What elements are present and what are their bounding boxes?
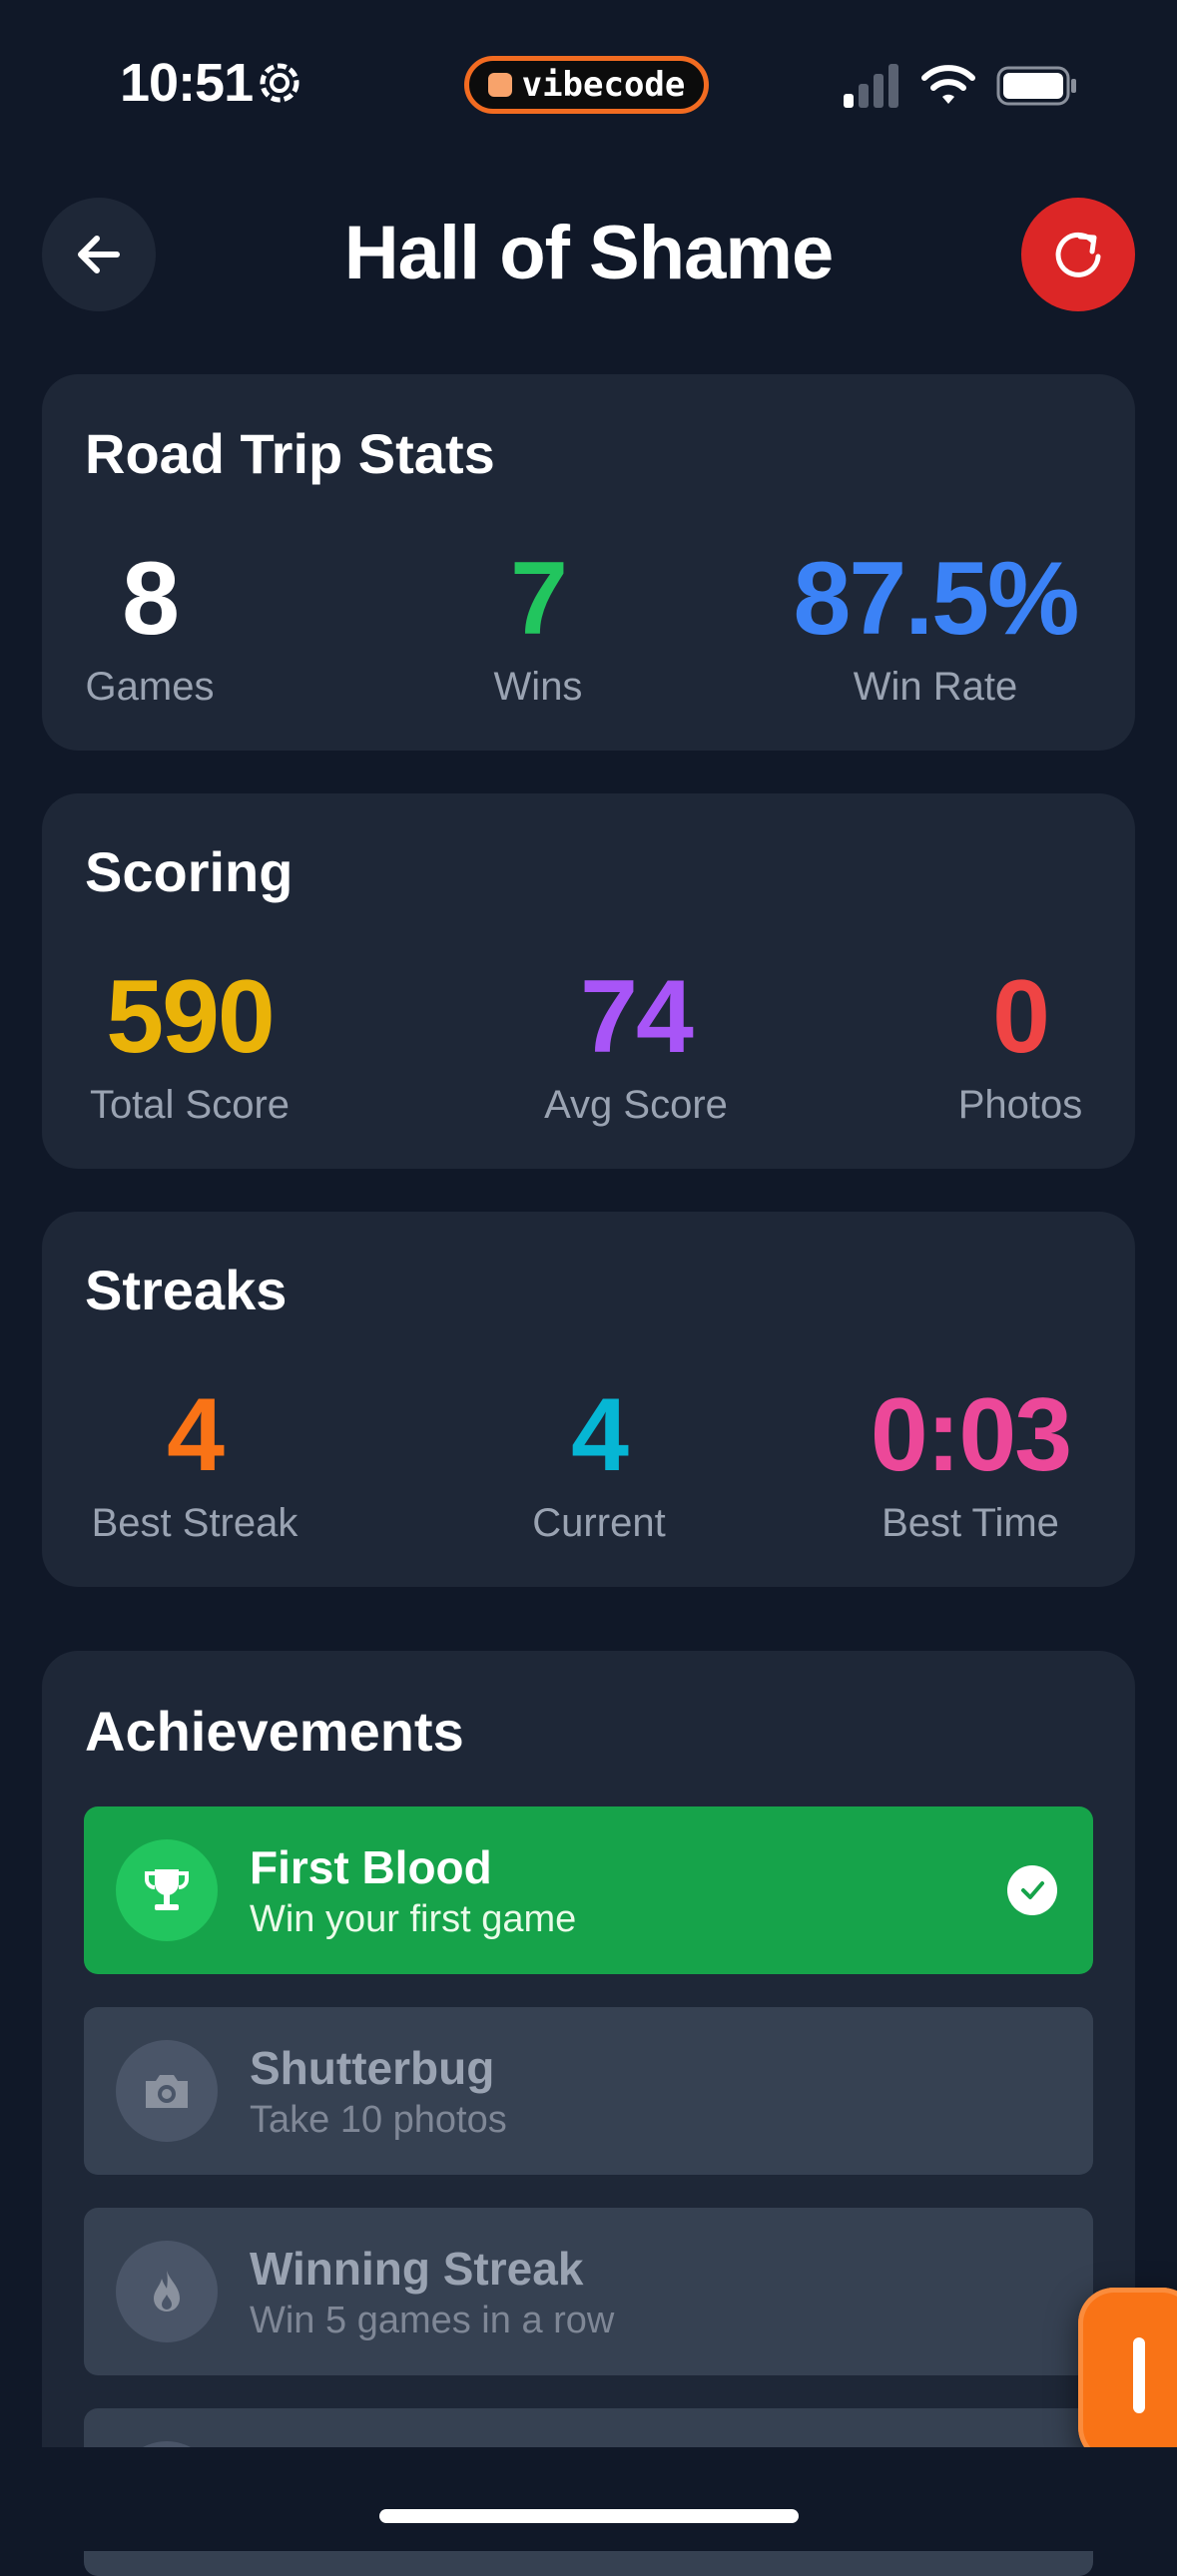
- arrow-left-icon: [78, 236, 120, 273]
- achievement-icon-badge: [116, 2241, 218, 2342]
- achievement-desc: Take 10 photos: [250, 2099, 507, 2141]
- achievement-title: First Blood: [250, 1841, 492, 1893]
- app-pill[interactable]: vibecode: [464, 56, 709, 114]
- trophy-icon: [145, 1869, 189, 1910]
- stat-win-rate: 87.5% Win Rate: [776, 547, 1095, 710]
- stat-wins: 7 Wins: [428, 547, 648, 710]
- camera-icon: [146, 2075, 188, 2108]
- stat-value: 4: [571, 1377, 629, 1493]
- achievement-desc: Win 5 games in a row: [250, 2300, 615, 2341]
- stat-label: Win Rate: [853, 665, 1018, 709]
- card-title: Scoring: [85, 840, 294, 903]
- streaks-card: Streaks 4 Best Streak 4 Current 0:03 Bes…: [42, 1212, 1135, 1587]
- stat-label: Total Score: [89, 1083, 291, 1127]
- page-title: Hall of Shame: [343, 211, 835, 295]
- stat-best-streak: 4 Best Streak: [85, 1383, 304, 1546]
- app-icon: [487, 73, 512, 97]
- achievement-title: Shutterbug: [250, 2042, 495, 2094]
- stat-current-streak: 4 Current: [499, 1383, 699, 1546]
- stat-value: 4: [167, 1377, 225, 1493]
- status-time: 10:51: [120, 53, 254, 113]
- stat-value: 74: [580, 959, 694, 1075]
- stat-photos: 0 Photos: [945, 965, 1095, 1128]
- back-button[interactable]: [42, 198, 156, 311]
- app-pill-label: vibecode: [521, 65, 686, 105]
- stat-value: 87.5%: [793, 541, 1080, 657]
- bottom-safe-area: [0, 2447, 1177, 2551]
- stat-value: 0: [992, 959, 1050, 1075]
- achievement-shutterbug[interactable]: Shutterbug Take 10 photos: [84, 2007, 1093, 2175]
- stat-label: Photos: [957, 1083, 1083, 1127]
- stat-value: 590: [106, 959, 276, 1075]
- achievement-desc: Win your first game: [250, 1898, 577, 1940]
- floating-action-handle[interactable]: [1078, 2288, 1177, 2463]
- stat-label: Current: [532, 1501, 666, 1545]
- stat-label: Avg Score: [544, 1083, 728, 1127]
- achievements-card: Achievements First Blood Win your first …: [42, 1651, 1135, 2576]
- stat-label: Games: [85, 665, 215, 709]
- achievement-first-blood[interactable]: First Blood Win your first game: [84, 1806, 1093, 1974]
- handle-bar-icon: [1133, 2337, 1145, 2413]
- stat-total-score: 590 Total Score: [85, 965, 294, 1128]
- status-bar: 10:51 vibecode: [0, 0, 1177, 170]
- stat-avg-score: 74 Avg Score: [521, 965, 751, 1128]
- stat-label: Wins: [493, 665, 583, 709]
- road-trip-stats-card: Road Trip Stats 8 Games 7 Wins 87.5% Win…: [42, 374, 1135, 751]
- stat-label: Best Streak: [91, 1501, 298, 1545]
- stat-value: 7: [510, 541, 568, 657]
- cellular-signal-icon: [844, 64, 898, 108]
- stat-label: Best Time: [882, 1501, 1059, 1545]
- stat-value: 8: [122, 541, 180, 657]
- stat-best-time: 0:03 Best Time: [846, 1383, 1095, 1546]
- gear-icon: [260, 63, 299, 103]
- card-title: Road Trip Stats: [85, 422, 495, 485]
- stat-value: 0:03: [870, 1377, 1072, 1493]
- reset-button[interactable]: [1021, 198, 1135, 311]
- scoring-card: Scoring 590 Total Score 74 Avg Score 0 P…: [42, 793, 1135, 1169]
- wifi-icon: [921, 65, 975, 104]
- checkmark-icon: [1007, 1865, 1057, 1915]
- battery-icon: [996, 66, 1076, 106]
- card-title: Achievements: [85, 1700, 464, 1763]
- card-title: Streaks: [85, 1259, 288, 1321]
- achievement-icon-badge: [116, 1839, 218, 1941]
- refresh-icon: [1055, 232, 1101, 277]
- achievement-title: Winning Streak: [250, 2243, 584, 2295]
- flame-icon: [154, 2271, 180, 2312]
- achievement-winning-streak[interactable]: Winning Streak Win 5 games in a row: [84, 2208, 1093, 2375]
- achievement-icon-badge: [116, 2040, 218, 2142]
- stat-games: 8 Games: [85, 547, 215, 710]
- home-indicator[interactable]: [379, 2509, 799, 2523]
